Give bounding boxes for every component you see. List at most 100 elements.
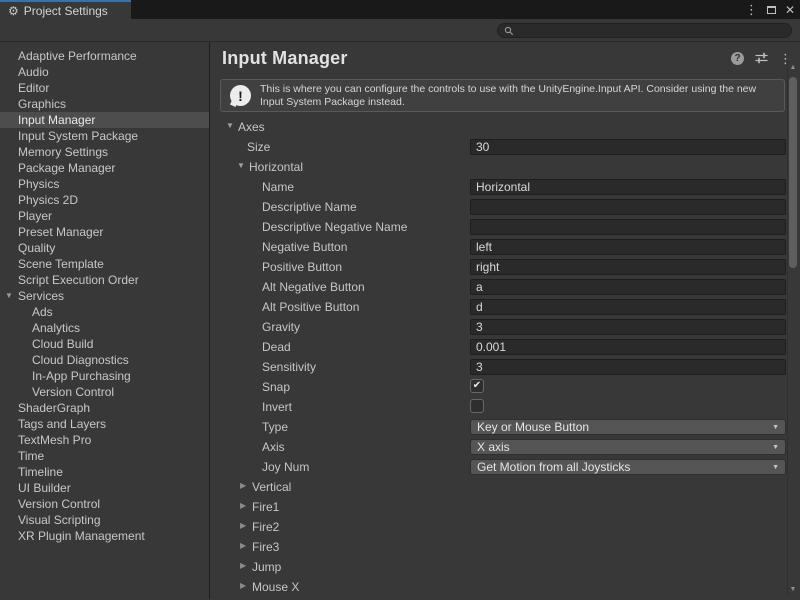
sidebar-item-label: Scene Template xyxy=(18,257,104,271)
sidebar-item-label: Adaptive Performance xyxy=(18,49,137,63)
sidebar-item-adaptive-performance[interactable]: Adaptive Performance xyxy=(0,48,209,64)
dropdown-joy-num[interactable]: Get Motion from all Joysticks▼ xyxy=(470,459,786,475)
sidebar-item-label: Package Manager xyxy=(18,161,115,175)
text-field-positive-button[interactable]: right xyxy=(470,259,786,275)
property-row-mouse-x: ▶Mouse X xyxy=(210,577,786,597)
property-label: Dead xyxy=(262,340,291,354)
property-row-size: Size30 xyxy=(210,137,786,157)
property-label: Fire3 xyxy=(252,540,279,554)
foldout-closed-icon[interactable]: ▶ xyxy=(240,502,246,510)
sidebar-item-cloud-build[interactable]: Cloud Build xyxy=(0,336,209,352)
foldout-open-icon[interactable]: ▼ xyxy=(237,162,245,170)
sidebar-item-memory-settings[interactable]: Memory Settings xyxy=(0,144,209,160)
sidebar-item-label: Version Control xyxy=(32,385,114,399)
close-icon[interactable]: ✕ xyxy=(785,4,795,16)
text-field-descriptive-negative-name[interactable] xyxy=(470,219,786,235)
text-field-negative-button[interactable]: left xyxy=(470,239,786,255)
property-label: Descriptive Name xyxy=(262,200,357,214)
dropdown-axis[interactable]: X axis▼ xyxy=(470,439,786,455)
window-menu-icon[interactable]: ⋮ xyxy=(745,3,758,16)
sidebar-item-in-app-purchasing[interactable]: In-App Purchasing xyxy=(0,368,209,384)
sidebar-item-version-control[interactable]: Version Control xyxy=(0,384,209,400)
sidebar-item-textmesh-pro[interactable]: TextMesh Pro xyxy=(0,432,209,448)
search-box[interactable] xyxy=(497,23,792,38)
sidebar-item-shadergraph[interactable]: ShaderGraph xyxy=(0,400,209,416)
checkbox-snap[interactable]: ✔ xyxy=(470,379,484,393)
sidebar-item-label: Player xyxy=(18,209,52,223)
scroll-up-icon[interactable]: ▲ xyxy=(788,64,798,71)
sidebar-item-script-execution-order[interactable]: Script Execution Order xyxy=(0,272,209,288)
text-field-gravity[interactable]: 3 xyxy=(470,319,786,335)
sidebar-item-cloud-diagnostics[interactable]: Cloud Diagnostics xyxy=(0,352,209,368)
text-field-size[interactable]: 30 xyxy=(470,139,786,155)
sidebar-item-physics-2d[interactable]: Physics 2D xyxy=(0,192,209,208)
tab-bar: ⚙ Project Settings ⋮ ✕ xyxy=(0,0,800,19)
checkbox-invert[interactable] xyxy=(470,399,484,413)
preset-sliders-icon[interactable] xyxy=(755,52,768,64)
sidebar-item-time[interactable]: Time xyxy=(0,448,209,464)
sidebar-item-analytics[interactable]: Analytics xyxy=(0,320,209,336)
search-input[interactable] xyxy=(518,25,768,37)
sidebar-item-visual-scripting[interactable]: Visual Scripting xyxy=(0,512,209,528)
search-icon xyxy=(504,26,514,36)
property-label: Axis xyxy=(262,440,285,454)
sidebar-item-tags-and-layers[interactable]: Tags and Layers xyxy=(0,416,209,432)
text-field-sensitivity[interactable]: 3 xyxy=(470,359,786,375)
text-field-descriptive-name[interactable] xyxy=(470,199,786,215)
text-field-name[interactable]: Horizontal xyxy=(470,179,786,195)
sidebar-item-services[interactable]: ▼Services xyxy=(0,288,209,304)
sidebar-item-label: Analytics xyxy=(32,321,80,335)
scroll-thumb[interactable] xyxy=(789,77,797,268)
property-row-vertical: ▶Vertical xyxy=(210,477,786,497)
text-field-alt-positive-button[interactable]: d xyxy=(470,299,786,315)
sidebar-item-ads[interactable]: Ads xyxy=(0,304,209,320)
foldout-closed-icon[interactable]: ▶ xyxy=(240,522,246,530)
toolbar xyxy=(0,19,800,42)
dropdown-value: Key or Mouse Button xyxy=(477,420,589,434)
sidebar-item-version-control[interactable]: Version Control xyxy=(0,496,209,512)
sidebar-item-audio[interactable]: Audio xyxy=(0,64,209,80)
foldout-closed-icon[interactable]: ▶ xyxy=(240,482,246,490)
property-label: Gravity xyxy=(262,320,300,334)
text-field-alt-negative-button[interactable]: a xyxy=(470,279,786,295)
sidebar-item-quality[interactable]: Quality xyxy=(0,240,209,256)
foldout-closed-icon[interactable]: ▶ xyxy=(240,542,246,550)
window-controls: ⋮ ✕ xyxy=(745,0,795,19)
sidebar-item-editor[interactable]: Editor xyxy=(0,80,209,96)
sidebar-item-graphics[interactable]: Graphics xyxy=(0,96,209,112)
text-field-dead[interactable]: 0.001 xyxy=(470,339,786,355)
scroll-down-icon[interactable]: ▼ xyxy=(788,586,798,593)
sidebar-item-ui-builder[interactable]: UI Builder xyxy=(0,480,209,496)
sidebar-item-preset-manager[interactable]: Preset Manager xyxy=(0,224,209,240)
sidebar-item-input-manager[interactable]: Input Manager xyxy=(0,112,209,128)
foldout-open-icon[interactable]: ▼ xyxy=(5,288,13,304)
property-row-negative-button: Negative Buttonleft xyxy=(210,237,786,257)
sidebar-item-label: ShaderGraph xyxy=(18,401,90,415)
sidebar-item-label: Visual Scripting xyxy=(18,513,101,527)
property-label: Name xyxy=(262,180,294,194)
property-row-dead: Dead 0.001 xyxy=(210,337,786,357)
sidebar-item-input-system-package[interactable]: Input System Package xyxy=(0,128,209,144)
property-label: Type xyxy=(262,420,288,434)
project-settings-window: ⚙ Project Settings ⋮ ✕ Adaptive Performa… xyxy=(0,0,800,600)
vertical-scrollbar[interactable]: ▲ ▼ xyxy=(787,61,798,596)
sidebar-item-label: Quality xyxy=(18,241,55,255)
tab-project-settings[interactable]: ⚙ Project Settings xyxy=(0,0,131,19)
properties-list: ▼AxesSize30▼HorizontalNameHorizontalDesc… xyxy=(210,117,786,597)
sidebar-item-physics[interactable]: Physics xyxy=(0,176,209,192)
dropdown-type[interactable]: Key or Mouse Button▼ xyxy=(470,419,786,435)
property-row-type: Type Key or Mouse Button▼ xyxy=(210,417,786,437)
sidebar-item-scene-template[interactable]: Scene Template xyxy=(0,256,209,272)
sidebar-item-timeline[interactable]: Timeline xyxy=(0,464,209,480)
sidebar-item-player[interactable]: Player xyxy=(0,208,209,224)
property-row-joy-num: Joy NumGet Motion from all Joysticks▼ xyxy=(210,457,786,477)
property-label: Axes xyxy=(238,120,265,134)
foldout-closed-icon[interactable]: ▶ xyxy=(240,582,246,590)
sidebar-item-label: Timeline xyxy=(18,465,63,479)
foldout-open-icon[interactable]: ▼ xyxy=(226,122,234,130)
foldout-closed-icon[interactable]: ▶ xyxy=(240,562,246,570)
sidebar-item-package-manager[interactable]: Package Manager xyxy=(0,160,209,176)
maximize-icon[interactable] xyxy=(767,6,776,14)
sidebar-item-xr-plugin-management[interactable]: XR Plugin Management xyxy=(0,528,209,544)
help-icon[interactable]: ? xyxy=(731,52,744,65)
